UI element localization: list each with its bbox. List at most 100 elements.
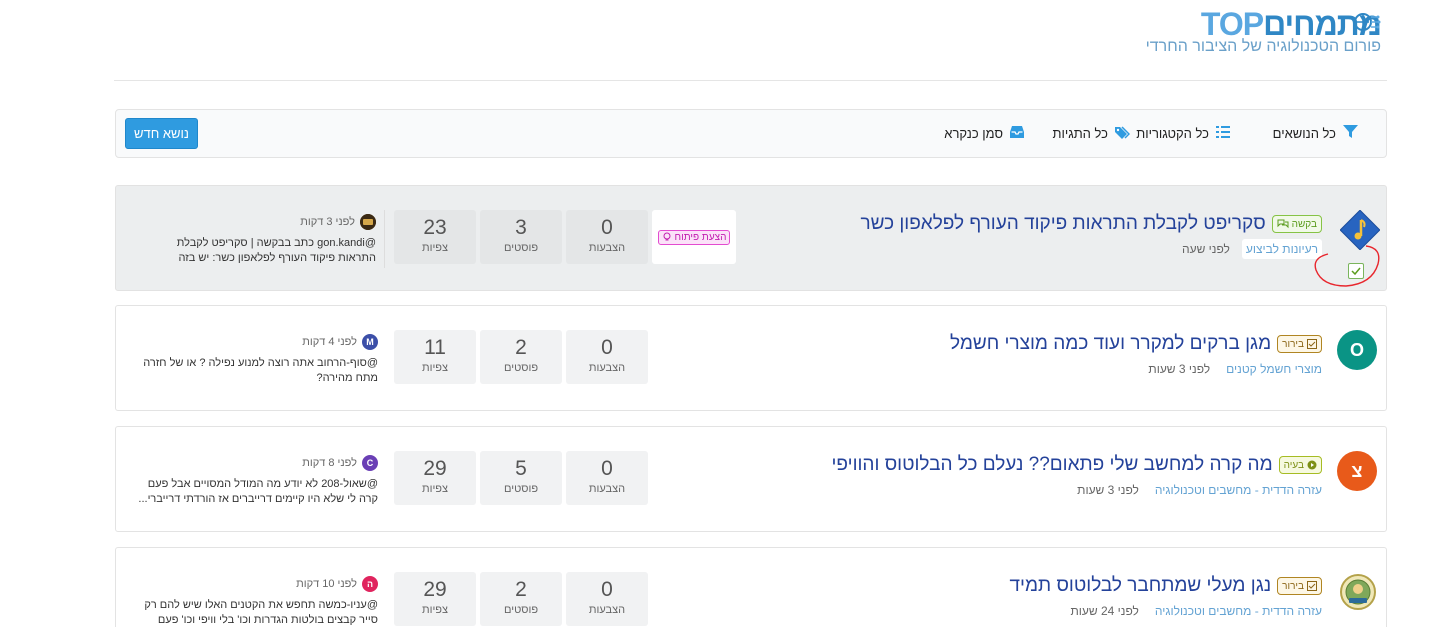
topic-title[interactable]: נגן מעלי שמתחבר לבלוטוס תמיד [1010,575,1272,597]
posts-stat: 5 פוסטים [480,451,562,505]
topic-title-line: בעיה מה קרה למחשב שלי פתאום?? נעלם כל הב… [831,454,1322,476]
last-post-text[interactable]: @עניו-כמשה תחפש את הקטנים האלו שיש להם ר… [138,598,378,627]
views-label: צפיות [421,604,449,616]
topic-row[interactable]: O בירור מגן ברקים למקרר ועוד כמה מוצרי ח… [115,305,1387,411]
logo-subtitle: פורום הטכנולוגיה של הציבור החרדי [1145,38,1381,55]
topic-time: לפני 3 שעות [1077,483,1139,497]
lightbulb-icon [663,232,671,241]
site-logo[interactable]: מתמחיםTOP פורום הטכנולוגיה של הציבור החר… [1069,8,1382,58]
views-count: 23 [423,216,447,239]
topic-row[interactable]: צ בעיה מה קרה למחשב שלי פתאום?? נעלם כל … [115,426,1387,532]
posts-count: 3 [515,216,527,239]
tags-icon [1115,125,1131,142]
topic-title[interactable]: מגן ברקים למקרר ועוד כמה מוצרי חשמל [950,333,1271,355]
topic-category[interactable]: עזרה הדדית - מחשבים וטכנולוגיה [1155,604,1322,618]
last-post-teaser[interactable]: ה לפני 10 דקות @עניו-כמשה תחפש את הקטנים… [138,576,378,627]
last-post-teaser[interactable]: M לפני 4 דקות @סוף-הרחוב אתה רוצה למנוע … [138,334,378,388]
inbox-icon [1010,126,1024,141]
topic-row[interactable]: בירור נגן מעלי שמתחבר לבלוטוס תמיד עזרה … [115,547,1387,627]
votes-label: הצבעות [588,483,626,495]
last-post-text[interactable]: @סוף-הרחוב אתה רוצה למנוע נפילה ? או של … [138,356,378,388]
last-poster-avatar[interactable]: ה [362,576,378,592]
user-photo-icon [360,214,376,230]
posts-stat: 3 פוסטים [480,210,562,264]
posts-count: 2 [515,336,527,359]
last-poster-avatar[interactable] [360,214,376,230]
last-poster-avatar[interactable]: M [362,334,378,350]
list-icon [1216,126,1230,141]
tag-clarification[interactable]: בירור [1277,335,1322,353]
new-topic-button[interactable]: נושא חדש [125,118,198,149]
last-post-header: ה לפני 10 דקות [138,576,378,592]
topic-title[interactable]: מה קרה למחשב שלי פתאום?? נעלם כל הבלוטוס… [831,454,1272,476]
votes-stat: 0 הצבעות [566,330,648,384]
chat-icon [1277,219,1289,229]
topic-meta: מוצרי חשמל קטנים לפני 3 שעות [1148,362,1322,376]
last-post-text[interactable]: @שאול-208 לא יודע מה המודל המסויים אבל פ… [138,477,378,509]
tag-request[interactable]: בקשה [1271,215,1322,233]
posts-label: פוסטים [503,604,539,616]
last-post-teaser[interactable]: C לפני 8 דקות @שאול-208 לא יודע מה המודל… [138,455,378,509]
views-count: 11 [424,336,446,359]
filter-all-tags[interactable]: כל התגיות [1052,110,1131,157]
tag-problem[interactable]: בעיה [1278,456,1322,474]
views-label: צפיות [421,362,449,374]
posts-stat: 2 פוסטים [480,330,562,384]
topic-avatar[interactable]: צ [1337,451,1377,491]
last-post-header: M לפני 4 דקות [138,334,378,350]
last-post-time[interactable]: לפני 4 דקות [302,336,357,348]
votes-stat: 0 הצבעות [566,210,648,264]
topic-avatar[interactable] [1339,572,1377,612]
mark-read-button[interactable]: סמן כנקרא [944,110,1024,157]
last-post-teaser[interactable]: לפני 3 דקות @gon.kandi כתב בבקשה | סקריפ… [146,214,376,268]
views-label: צפיות [421,483,449,495]
checkbox-icon [1307,339,1317,349]
tag-label: בירור [1282,580,1304,592]
mark-read-label: סמן כנקרא [944,126,1003,141]
tag-label: בעיה [1283,459,1304,471]
dev-proposal-tag[interactable]: הצעת פיתוח [657,229,731,245]
dev-proposal-label: הצעת פיתוח [674,231,727,243]
topic-time: לפני 24 שעות [1070,604,1139,618]
views-stat: 29 צפיות [394,572,476,626]
views-stat: 11 צפיות [394,330,476,384]
topic-category[interactable]: מוצרי חשמל קטנים [1226,362,1322,376]
filter-all-topics[interactable]: כל הנושאים [1273,110,1358,157]
votes-count: 0 [601,336,613,359]
topic-time: לפני 3 שעות [1148,362,1211,376]
posts-label: פוסטים [503,242,539,254]
posts-count: 2 [515,578,527,601]
last-post-time[interactable]: לפני 10 דקות [296,578,357,590]
dev-proposal-cell: הצעת פיתוח [652,210,736,264]
topic-title-line: בקשה סקריפט לקבלת התראות פיקוד העורף לפל… [860,213,1322,235]
topic-avatar[interactable]: O [1337,330,1377,370]
last-post-text[interactable]: @gon.kandi כתב בבקשה | סקריפט לקבלת התרא… [146,236,376,268]
topic-meta: רעיונות לביצוע לפני שעה [1182,239,1322,259]
votes-label: הצבעות [588,604,626,616]
tag-clarification[interactable]: בירור [1277,577,1322,595]
logo-wordmark: מתמחיםTOP [1111,8,1382,40]
topic-row[interactable]: בקשה סקריפט לקבלת התראות פיקוד העורף לפל… [115,185,1387,291]
last-post-time[interactable]: לפני 8 דקות [302,457,357,469]
last-post-time[interactable]: לפני 3 דקות [300,216,355,228]
topic-meta: עזרה הדדית - מחשבים וטכנולוגיה לפני 3 שע… [1077,483,1322,497]
posts-stat: 2 פוסטים [480,572,562,626]
all-categories-label: כל הקטגוריות [1136,126,1209,141]
checkbox-icon [1307,581,1317,591]
tag-label: בקשה [1291,218,1317,230]
topic-title[interactable]: סקריפט לקבלת התראות פיקוד העורף לפלאפון … [860,213,1265,235]
tag-label: בירור [1282,338,1304,350]
votes-count: 0 [601,457,613,480]
filter-icon [1343,125,1358,142]
topic-toolbar: נושא חדש כל הנושאים כל הקטגוריות כל התגי… [115,109,1387,158]
votes-stat: 0 הצבעות [566,572,648,626]
views-count: 29 [423,457,447,480]
topic-category[interactable]: עזרה הדדית - מחשבים וטכנולוגיה [1155,483,1322,497]
votes-count: 0 [601,578,613,601]
votes-label: הצבעות [588,242,626,254]
views-count: 29 [423,578,447,601]
filter-all-categories[interactable]: כל הקטגוריות [1136,110,1230,157]
topic-meta: עזרה הדדית - מחשבים וטכנולוגיה לפני 24 ש… [1070,604,1322,618]
last-poster-avatar[interactable]: C [362,455,378,471]
last-post-header: C לפני 8 דקות [138,455,378,471]
